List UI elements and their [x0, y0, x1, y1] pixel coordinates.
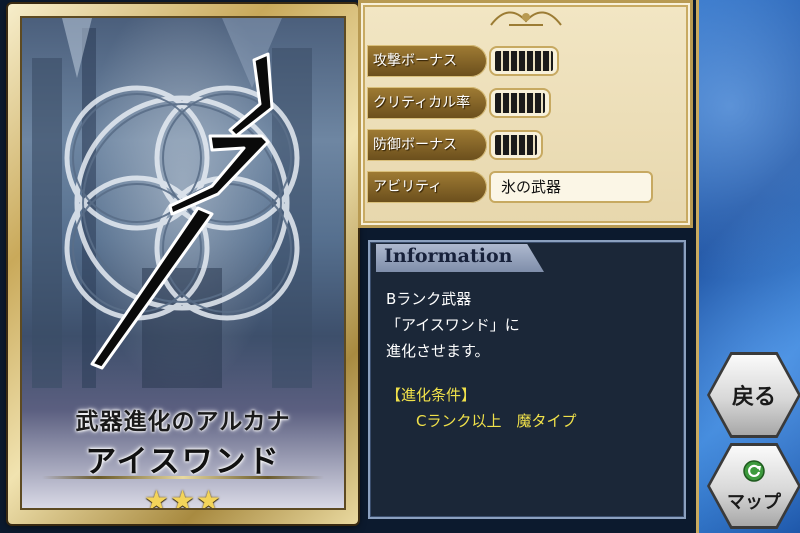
card-name: アイスワンド [85, 444, 281, 480]
back-button[interactable]: 戻る [707, 352, 800, 438]
info-line-3: 進化させます。 [386, 342, 490, 360]
ability-label: アビリティ [367, 171, 487, 203]
stat-bar-fill-attack [495, 51, 553, 71]
map-button[interactable]: マップ [707, 443, 800, 529]
condition-text: Cランク以上 魔タイプ [416, 412, 577, 430]
stat-bar-attack [489, 46, 559, 76]
stat-bar-critical [489, 88, 551, 118]
info-line-1: Bランク武器 [386, 290, 472, 308]
stat-bar-fill-defense [495, 135, 537, 155]
map-button-label: マップ [727, 492, 781, 513]
back-button-label: 戻る [731, 385, 776, 410]
card-divider [42, 476, 324, 479]
condition-heading: 【進化条件】 [386, 386, 477, 404]
stat-bar-fill-critical [495, 93, 545, 113]
stat-bar-defense [489, 130, 543, 160]
refresh-icon [743, 460, 765, 482]
rarity-stars: ★★★ [143, 484, 223, 510]
stat-label-critical: クリティカル率 [367, 87, 487, 119]
stat-label-attack: 攻撃ボーナス [367, 45, 487, 77]
stat-label-defense: 防御ボーナス [367, 129, 487, 161]
ability-value: 氷の武器 [489, 171, 653, 203]
stats-panel: 攻撃ボーナス クリティカル率 防御ボーナス アビリティ 氷の武器 [358, 0, 693, 228]
arcana-card: 武器進化のアルカナ アイスワンド ★★★ [8, 4, 358, 524]
info-line-2: 「アイスワンド」に [386, 316, 520, 334]
card-artwork-area: 武器進化のアルカナ アイスワンド ★★★ [20, 16, 346, 510]
card-title: 武器進化のアルカナ [75, 408, 291, 435]
information-title: Information [384, 245, 513, 267]
ornament-icon [489, 11, 562, 26]
information-panel: Information Bランク武器 「アイスワンド」に 進化させます。 【進化… [368, 240, 686, 519]
